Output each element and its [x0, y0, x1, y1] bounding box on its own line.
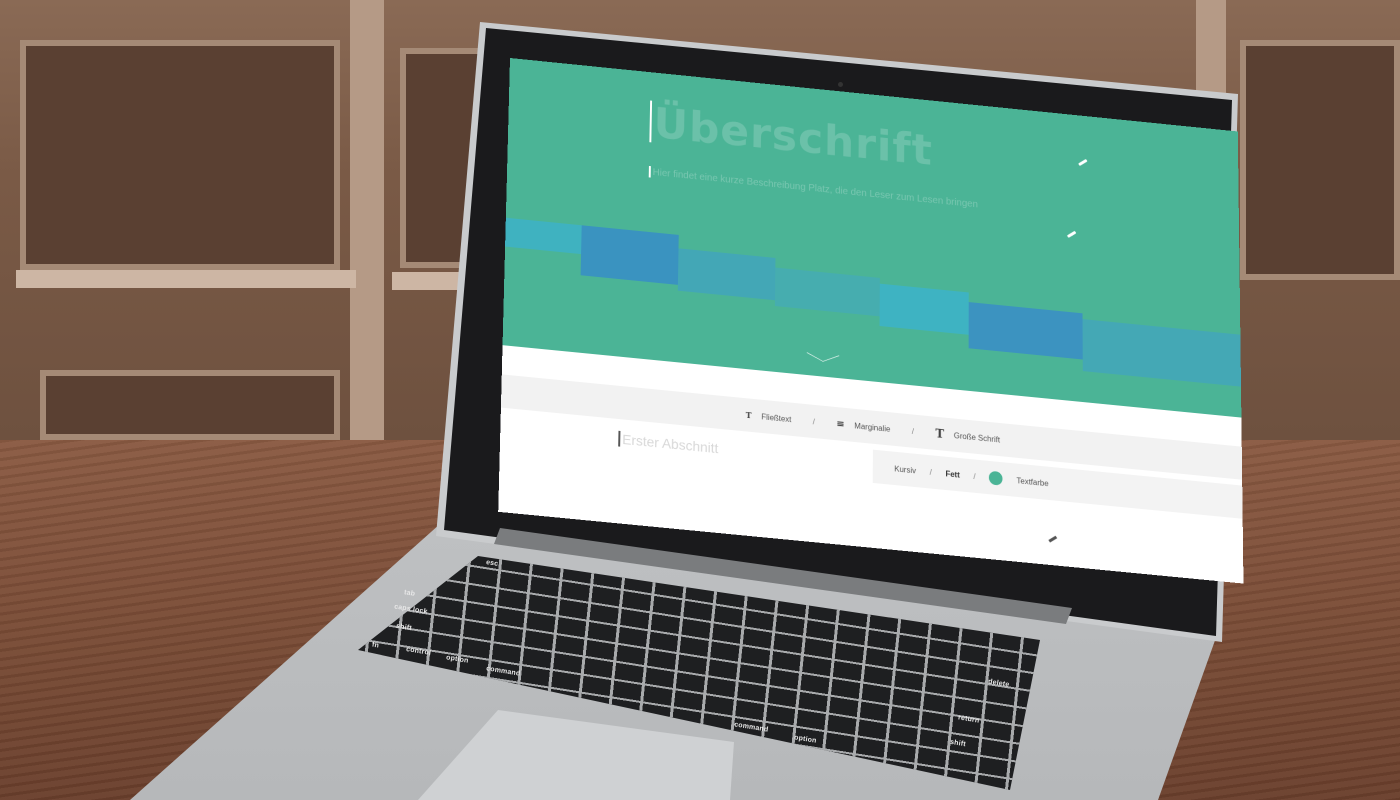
screen: Überschrift Hier findet eine kurze Besch…	[498, 58, 1244, 584]
edit-title-pencil-icon[interactable]	[1078, 158, 1088, 167]
body-text-label: Fließtext	[761, 411, 792, 424]
text-color-swatch[interactable]	[989, 470, 1003, 486]
title-cursor	[649, 100, 653, 143]
color-block	[879, 283, 969, 335]
align-icon: ≡	[836, 418, 845, 430]
edit-section-pencil-icon[interactable]	[1048, 535, 1058, 543]
text-color-button[interactable]: Textfarbe	[1017, 476, 1049, 488]
large-text-label: Große Schrift	[953, 430, 1001, 444]
italic-button[interactable]: Kursiv	[894, 464, 916, 475]
toolbar-separator: /	[911, 426, 914, 436]
editor-cursor	[618, 430, 621, 447]
color-block	[505, 217, 582, 255]
color-block	[1082, 319, 1241, 387]
serif-t-icon: T	[745, 409, 752, 421]
laptop: esc tab caps lock shift fn control optio…	[0, 0, 1400, 800]
bold-button[interactable]: Fett	[945, 469, 959, 479]
section-placeholder[interactable]: Erster Abschnitt	[622, 431, 718, 456]
hero-title[interactable]: Überschrift	[653, 99, 933, 175]
meta-separator: /	[743, 374, 747, 384]
key-fn-label: fn	[371, 641, 380, 650]
large-t-icon: T	[935, 426, 945, 441]
color-block	[677, 248, 776, 301]
large-text-button[interactable]: T Große Schrift	[935, 426, 1000, 446]
camera-icon	[838, 82, 843, 87]
author-text: Von Max Mustermann	[644, 364, 721, 381]
marginal-label: Marginalie	[854, 420, 891, 434]
saved-text: Zuletzt gespeichert am 2014/05/05 um 12:…	[769, 376, 929, 401]
marginal-button[interactable]: ≡ Marginalie	[836, 418, 890, 434]
color-block	[968, 302, 1083, 360]
format-separator: /	[973, 471, 976, 481]
color-block	[580, 225, 679, 285]
color-block	[774, 267, 880, 317]
meta-separator: /	[951, 394, 954, 404]
key-tab-label: tab	[403, 589, 416, 598]
body-text-button[interactable]: T Fließtext	[746, 410, 792, 424]
edit-subtitle-pencil-icon[interactable]	[1066, 230, 1077, 238]
subtitle-cursor	[648, 165, 651, 178]
toolbar-separator: /	[812, 416, 816, 426]
more-texts-link[interactable]: Weitere Texte von Max Mustermann	[977, 397, 1101, 418]
format-separator: /	[929, 467, 932, 477]
